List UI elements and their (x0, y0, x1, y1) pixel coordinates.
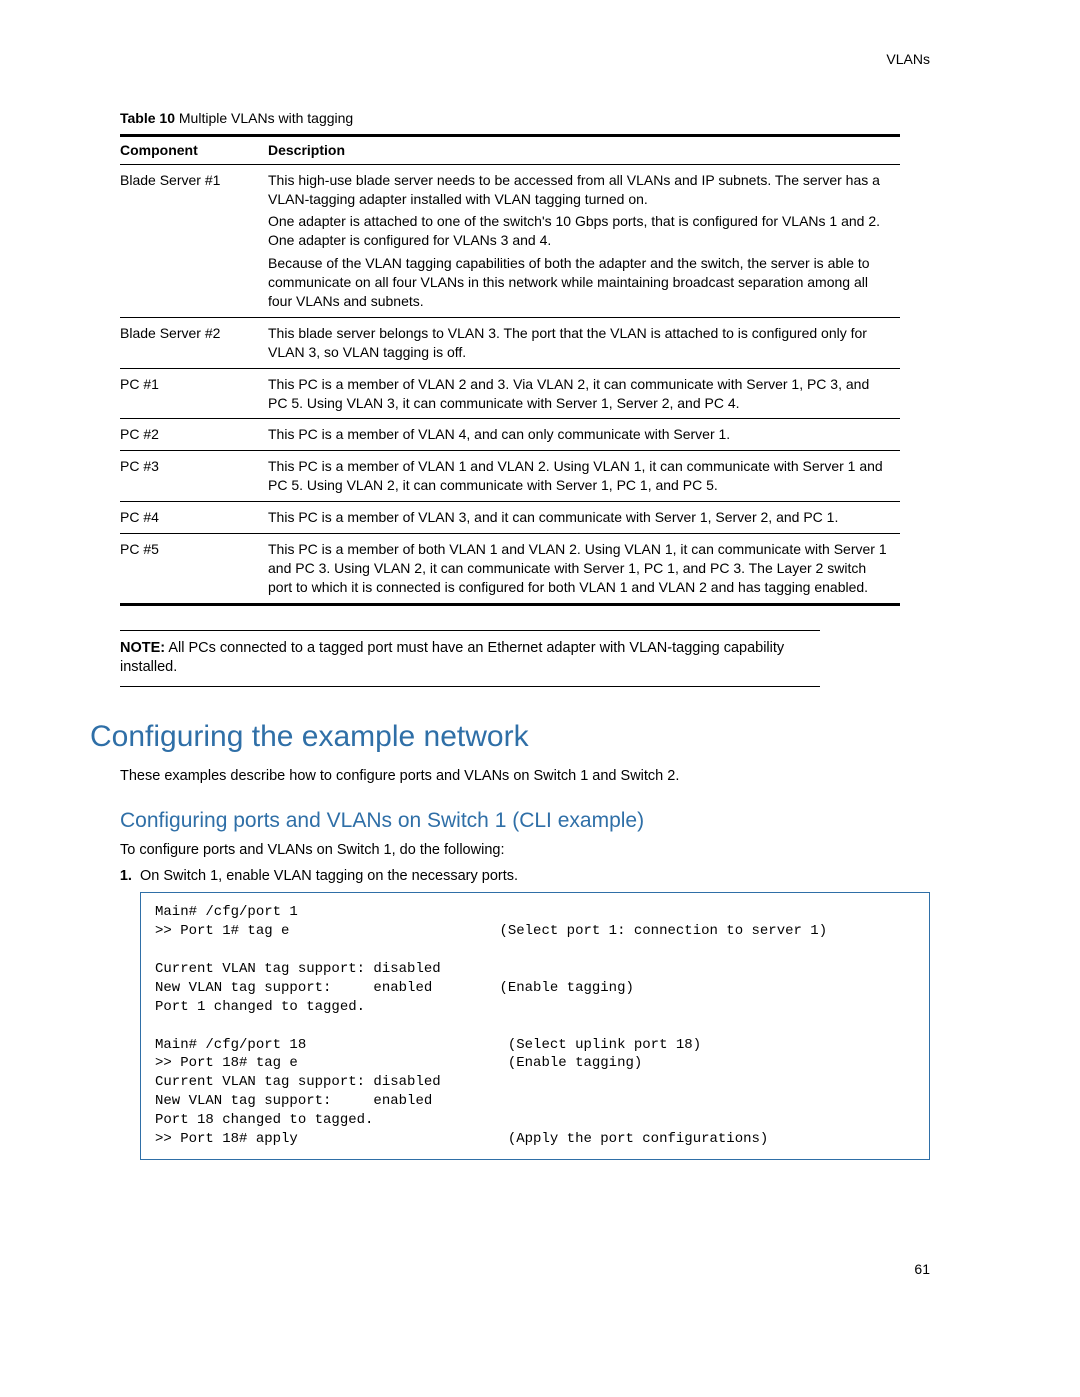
table-row: PC #5This PC is a member of both VLAN 1 … (120, 534, 900, 605)
cell-component: Blade Server #1 (120, 164, 268, 317)
table-row: Blade Server #1This high-use blade serve… (120, 164, 900, 317)
col-component: Component (120, 135, 268, 164)
cell-description: This PC is a member of VLAN 3, and it ca… (268, 502, 900, 534)
table-row: PC #2This PC is a member of VLAN 4, and … (120, 419, 900, 451)
desc-paragraph: This PC is a member of VLAN 1 and VLAN 2… (268, 457, 892, 495)
desc-paragraph: This PC is a member of VLAN 2 and 3. Via… (268, 375, 892, 413)
cell-description: This blade server belongs to VLAN 3. The… (268, 317, 900, 368)
desc-paragraph: This PC is a member of VLAN 4, and can o… (268, 425, 892, 444)
cell-description: This PC is a member of VLAN 4, and can o… (268, 419, 900, 451)
cell-component: PC #4 (120, 502, 268, 534)
cell-component: PC #2 (120, 419, 268, 451)
desc-paragraph: This blade server belongs to VLAN 3. The… (268, 324, 892, 362)
cell-description: This PC is a member of VLAN 1 and VLAN 2… (268, 451, 900, 502)
note-text: All PCs connected to a tagged port must … (120, 640, 784, 676)
table-row: PC #1This PC is a member of VLAN 2 and 3… (120, 368, 900, 419)
table-caption-text: Multiple VLANs with tagging (175, 110, 353, 126)
cell-component: PC #1 (120, 368, 268, 419)
subsection-intro: To configure ports and VLANs on Switch 1… (120, 841, 990, 861)
step-1: On Switch 1, enable VLAN tagging on the … (140, 867, 990, 887)
col-description: Description (268, 135, 900, 164)
table-caption: Table 10 Multiple VLANs with tagging (120, 109, 990, 128)
desc-paragraph: This PC is a member of both VLAN 1 and V… (268, 540, 892, 597)
desc-paragraph: Because of the VLAN tagging capabilities… (268, 254, 892, 311)
desc-paragraph: This PC is a member of VLAN 3, and it ca… (268, 508, 892, 527)
cell-component: PC #3 (120, 451, 268, 502)
cell-description: This high-use blade server needs to be a… (268, 164, 900, 317)
step-list: On Switch 1, enable VLAN tagging on the … (140, 867, 990, 887)
cell-description: This PC is a member of VLAN 2 and 3. Via… (268, 368, 900, 419)
running-header: VLANs (90, 50, 990, 69)
note-lead: NOTE: (120, 640, 165, 656)
table-row: PC #4This PC is a member of VLAN 3, and … (120, 502, 900, 534)
section-intro: These examples describe how to configure… (120, 767, 990, 787)
cell-description: This PC is a member of both VLAN 1 and V… (268, 534, 900, 605)
table-label: Table 10 (120, 110, 175, 126)
note-block: NOTE: All PCs connected to a tagged port… (120, 630, 820, 687)
step-1-text: On Switch 1, enable VLAN tagging on the … (140, 868, 518, 884)
cell-component: PC #5 (120, 534, 268, 605)
page-number: 61 (90, 1260, 990, 1279)
cli-output: Main# /cfg/port 1 >> Port 1# tag e (Sele… (140, 892, 930, 1160)
subsection-heading: Configuring ports and VLANs on Switch 1 … (120, 807, 990, 835)
desc-paragraph: This high-use blade server needs to be a… (268, 171, 892, 209)
table-row: PC #3This PC is a member of VLAN 1 and V… (120, 451, 900, 502)
desc-paragraph: One adapter is attached to one of the sw… (268, 212, 892, 250)
cell-component: Blade Server #2 (120, 317, 268, 368)
section-heading: Configuring the example network (90, 717, 990, 758)
vlan-table: Component Description Blade Server #1Thi… (120, 134, 900, 606)
table-row: Blade Server #2This blade server belongs… (120, 317, 900, 368)
